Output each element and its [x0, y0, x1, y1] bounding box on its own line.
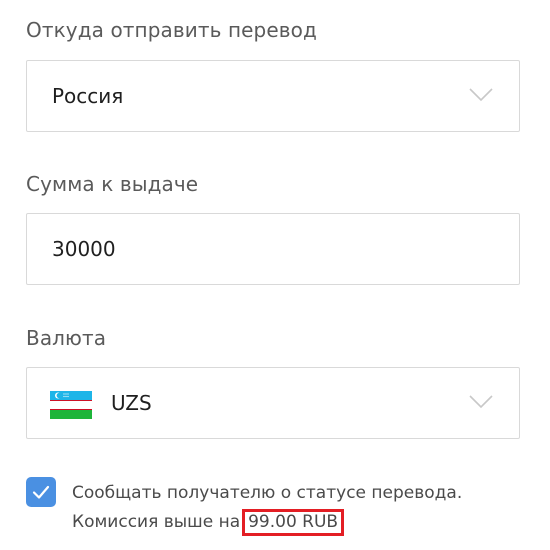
country-value: Россия [52, 84, 124, 108]
amount-label: Сумма к выдаче [26, 172, 199, 196]
chevron-down-icon [469, 395, 493, 409]
chevron-down-icon [469, 88, 493, 102]
from-label: Откуда отправить перевод [26, 18, 317, 42]
notify-text: Сообщать получателю о статусе перевода. … [72, 479, 462, 537]
amount-input[interactable]: 30000 [26, 213, 520, 285]
fee-amount: 99.00 RUB [242, 509, 345, 536]
amount-value: 30000 [52, 237, 116, 261]
currency-label: Валюта [26, 326, 107, 350]
notify-line1: Сообщать получателю о статусе перевода. [72, 483, 463, 503]
currency-select[interactable]: UZS [26, 367, 520, 439]
country-select[interactable]: Россия [26, 60, 520, 132]
notify-line2: Комиссия выше на 99.00 RUB [72, 508, 462, 537]
notify-checkbox[interactable] [26, 477, 56, 507]
uzbekistan-flag-icon [50, 391, 92, 419]
checkmark-icon [32, 485, 50, 499]
currency-value: UZS [111, 391, 152, 415]
fee-prefix: Комиссия выше на [72, 512, 241, 532]
